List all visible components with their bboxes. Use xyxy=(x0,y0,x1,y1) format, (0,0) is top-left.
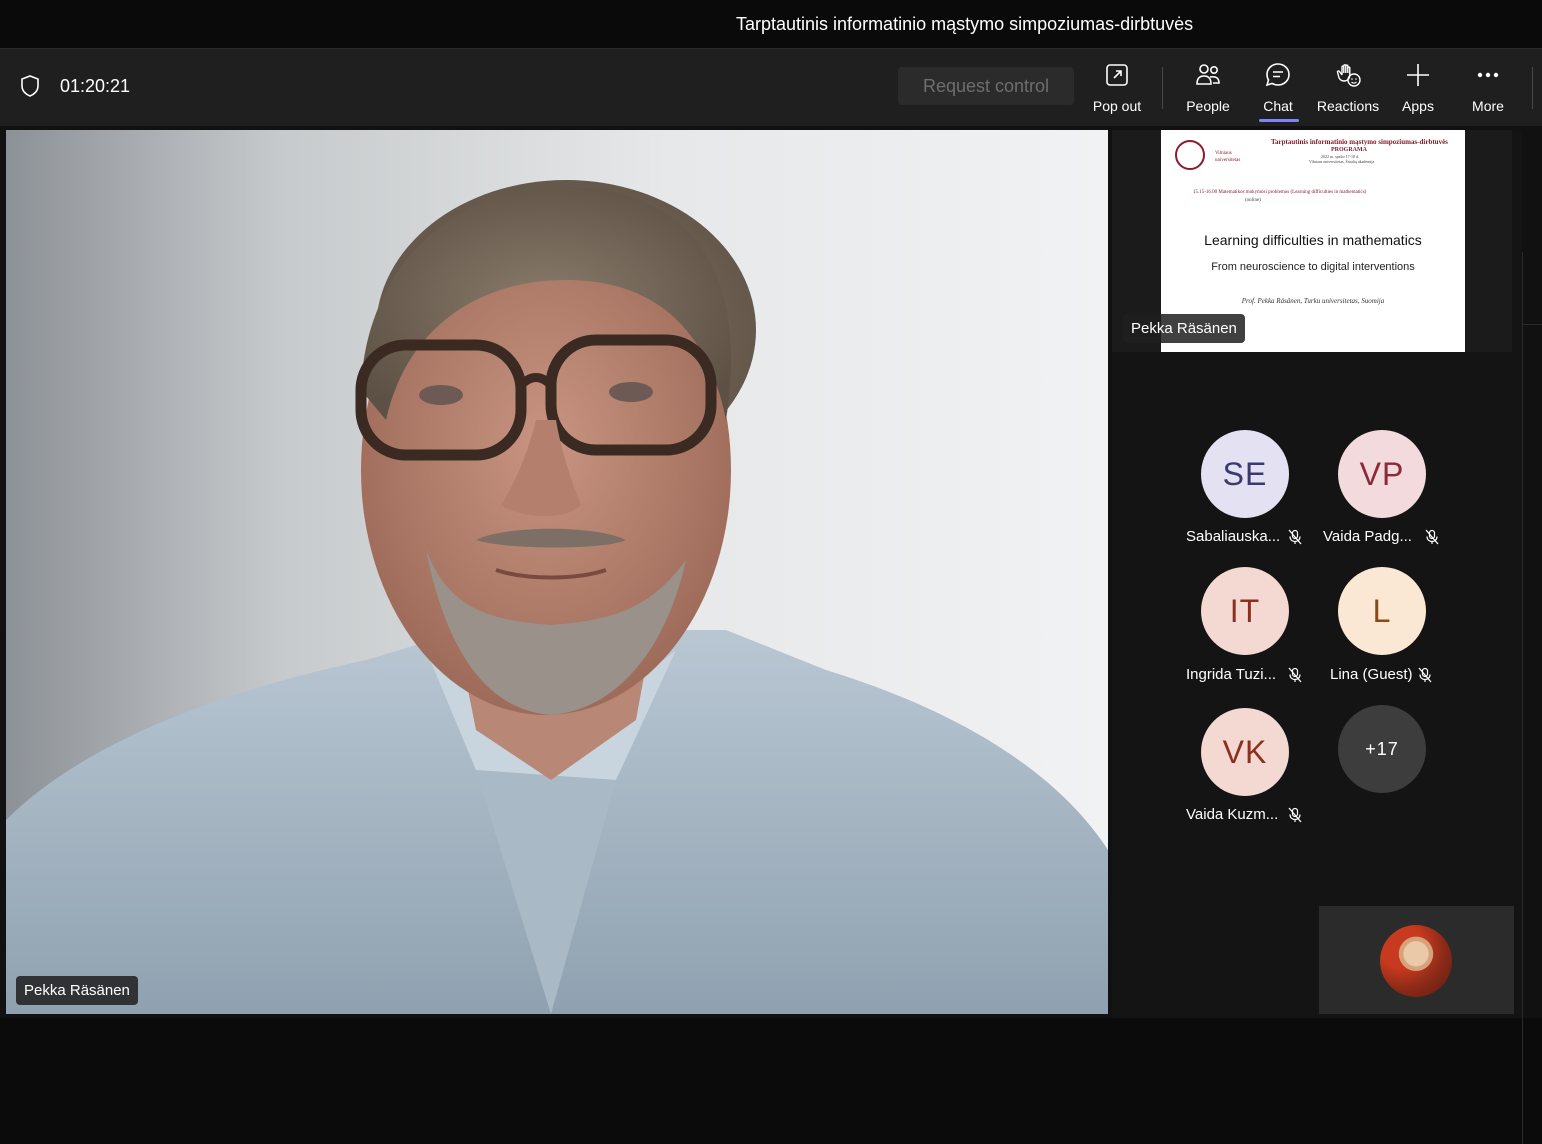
mic-off-icon xyxy=(1287,529,1303,545)
participant-avatar[interactable]: VK xyxy=(1201,708,1289,796)
plus-icon xyxy=(1404,61,1432,98)
participant-avatar[interactable]: L xyxy=(1338,567,1426,655)
speaker-video-image xyxy=(6,130,1108,1014)
meeting-stage: Pekka Räsänen Vilniaus universitetas Tar… xyxy=(0,126,1542,1144)
people-icon xyxy=(1194,61,1222,98)
apps-label: Apps xyxy=(1402,98,1434,114)
mic-off-icon xyxy=(1424,529,1440,545)
pop-out-label: Pop out xyxy=(1092,98,1142,114)
participant-avatar[interactable]: IT xyxy=(1201,567,1289,655)
chat-label: Chat xyxy=(1263,98,1293,114)
participant-initials: IT xyxy=(1229,592,1261,629)
participant-name: Lina (Guest) xyxy=(1330,666,1413,683)
chat-icon xyxy=(1264,61,1292,98)
toolbar-divider xyxy=(1162,67,1163,109)
toolbar-divider xyxy=(1532,67,1533,109)
pane-divider xyxy=(1522,252,1523,1144)
reactions-icon xyxy=(1334,61,1362,98)
participant-name: Sabaliauska... xyxy=(1186,528,1281,545)
shield-icon xyxy=(20,75,40,97)
participant-name: Ingrida Tuzi... xyxy=(1186,666,1277,683)
chat-button[interactable]: Chat xyxy=(1243,61,1313,119)
pop-out-icon xyxy=(1103,61,1131,98)
participant-name: Vaida Kuzm... xyxy=(1186,806,1279,823)
mic-off-icon xyxy=(1417,667,1433,683)
mic-off-icon xyxy=(1287,807,1303,823)
participant-initials: VP xyxy=(1359,455,1405,492)
self-avatar xyxy=(1380,925,1452,997)
more-icon xyxy=(1474,61,1502,98)
overflow-count: +17 xyxy=(1365,738,1399,759)
mic-off-icon xyxy=(1287,667,1303,683)
request-control-button[interactable]: Request control xyxy=(898,67,1074,105)
participant-initials: SE xyxy=(1222,455,1268,492)
active-tab-indicator xyxy=(1259,119,1299,122)
participant-initials: L xyxy=(1372,592,1392,629)
title-bar: Tarptautinis informatinio mąstymo simpoz… xyxy=(0,0,1542,48)
meeting-toolbar: 01:20:21 Request control Pop out People … xyxy=(0,48,1542,126)
meeting-title: Tarptautinis informatinio mąstymo simpoz… xyxy=(736,14,1194,34)
people-label: People xyxy=(1186,98,1230,114)
participant-initials: VK xyxy=(1222,733,1268,770)
pane-divider xyxy=(1522,324,1542,325)
apps-button[interactable]: Apps xyxy=(1383,61,1453,119)
main-speaker-name-tag: Pekka Räsänen xyxy=(16,976,138,1005)
participant-avatar[interactable]: SE xyxy=(1201,430,1289,518)
meeting-timer: 01:20:21 xyxy=(60,76,131,96)
people-button[interactable]: People xyxy=(1173,61,1243,119)
reactions-label: Reactions xyxy=(1316,98,1380,114)
participant-avatar[interactable]: VP xyxy=(1338,430,1426,518)
main-speaker-video[interactable]: Pekka Räsänen xyxy=(6,130,1108,1014)
self-view-tile[interactable] xyxy=(1319,906,1514,1014)
more-label: More xyxy=(1472,98,1504,114)
pop-out-button[interactable]: Pop out xyxy=(1082,61,1152,119)
more-button[interactable]: More xyxy=(1453,61,1523,119)
participants-grid: SE Sabaliauska... VP Vaida Padg... IT In… xyxy=(1112,130,1522,1018)
reactions-button[interactable]: Reactions xyxy=(1313,61,1383,119)
right-pane: Vilniaus universitetas Tarptautinis info… xyxy=(1112,130,1522,1018)
participant-name: Vaida Padg... xyxy=(1323,528,1412,545)
more-participants-button[interactable]: +17 xyxy=(1338,705,1426,793)
